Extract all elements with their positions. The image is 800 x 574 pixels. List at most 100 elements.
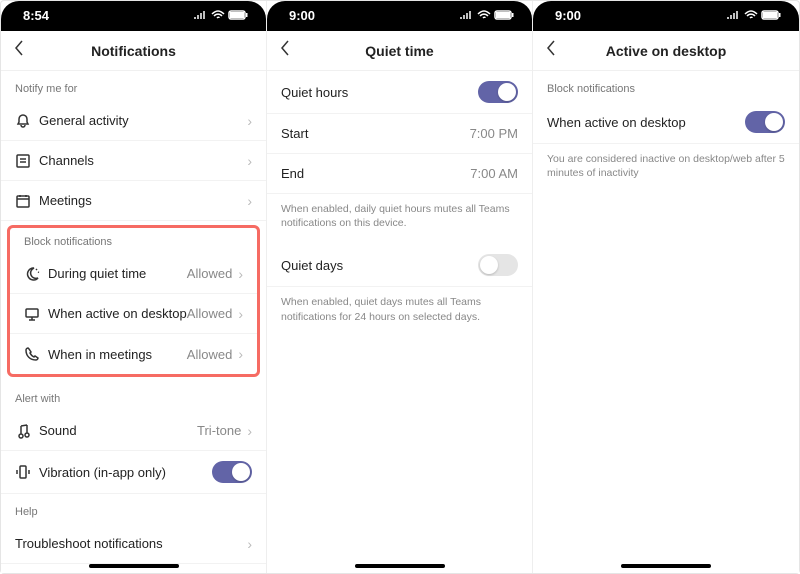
wifi-icon (477, 10, 491, 20)
row-channels[interactable]: Channels › (1, 141, 266, 181)
screen-notifications: 8:54 Notifications Notify me for General… (1, 1, 267, 573)
page-title: Active on desktop (533, 43, 799, 59)
value: Allowed (187, 347, 233, 362)
content: Notify me for General activity › Channel… (1, 71, 266, 573)
label: General activity (39, 113, 247, 128)
status-bar: 9:00 (267, 1, 532, 31)
chevron-right-icon: › (247, 153, 252, 169)
label: Meetings (39, 193, 247, 208)
wifi-icon (211, 10, 225, 20)
quiet-hours-description: When enabled, daily quiet hours mutes al… (267, 194, 532, 244)
channels-icon (15, 153, 39, 169)
status-time: 9:00 (289, 8, 315, 23)
header: Active on desktop (533, 31, 799, 71)
chevron-right-icon: › (247, 536, 252, 552)
back-button[interactable] (545, 39, 565, 63)
status-time: 9:00 (555, 8, 581, 23)
label: Sound (39, 423, 197, 438)
battery-icon (494, 10, 514, 20)
quiet-days-toggle[interactable] (478, 254, 518, 276)
label: Quiet hours (281, 85, 478, 100)
row-meetings[interactable]: Meetings › (1, 181, 266, 221)
signal-icon (727, 10, 741, 20)
chevron-left-icon (13, 39, 25, 57)
section-block-label: Block notifications (10, 228, 257, 254)
label: Start (281, 126, 470, 141)
chevron-right-icon: › (247, 193, 252, 209)
page-title: Notifications (1, 43, 266, 59)
chevron-right-icon: › (238, 346, 243, 362)
value: Tri-tone (197, 423, 241, 438)
row-end[interactable]: End 7:00 AM (267, 154, 532, 194)
battery-icon (228, 10, 248, 20)
row-in-meetings[interactable]: When in meetings Allowed › (10, 334, 257, 374)
screen-active-desktop: 9:00 Active on desktop Block notificatio… (533, 1, 799, 573)
section-block-label: Block notifications (533, 71, 799, 101)
content: Quiet hours Start 7:00 PM End 7:00 AM Wh… (267, 71, 532, 573)
section-help-label: Help (1, 494, 266, 524)
active-desktop-description: You are considered inactive on desktop/w… (533, 144, 799, 194)
chevron-right-icon: › (247, 423, 252, 439)
quiet-days-description: When enabled, quiet days mutes all Teams… (267, 287, 532, 337)
label: Channels (39, 153, 247, 168)
row-active-desktop[interactable]: When active on desktop Allowed › (10, 294, 257, 334)
quiet-hours-toggle[interactable] (478, 81, 518, 103)
row-start[interactable]: Start 7:00 PM (267, 114, 532, 154)
section-alert-label: Alert with (1, 381, 266, 411)
status-icons (460, 10, 514, 20)
value: Allowed (187, 306, 233, 321)
chevron-left-icon (545, 39, 557, 57)
label: When active on desktop (48, 306, 187, 321)
label: End (281, 166, 470, 181)
battery-icon (761, 10, 781, 20)
bell-icon (15, 113, 39, 129)
value: 7:00 AM (470, 166, 518, 181)
row-quiet-time[interactable]: During quiet time Allowed › (10, 254, 257, 294)
back-button[interactable] (13, 39, 33, 63)
row-quiet-hours[interactable]: Quiet hours (267, 71, 532, 114)
row-general-activity[interactable]: General activity › (1, 101, 266, 141)
row-sound[interactable]: Sound Tri-tone › (1, 411, 266, 451)
back-button[interactable] (279, 39, 299, 63)
value: 7:00 PM (470, 126, 518, 141)
status-bar: 8:54 (1, 1, 266, 31)
status-icons (194, 10, 248, 20)
moon-icon (24, 266, 48, 282)
header: Quiet time (267, 31, 532, 71)
phone-icon (24, 346, 48, 362)
status-time: 8:54 (23, 8, 49, 23)
screen-quiet-time: 9:00 Quiet time Quiet hours Start 7:00 P… (267, 1, 533, 573)
header: Notifications (1, 31, 266, 71)
label: Troubleshoot notifications (15, 536, 247, 551)
row-quiet-days[interactable]: Quiet days (267, 244, 532, 287)
status-icons (727, 10, 781, 20)
chevron-right-icon: › (238, 266, 243, 282)
music-icon (15, 423, 39, 439)
wifi-icon (744, 10, 758, 20)
label: Vibration (in-app only) (39, 465, 212, 480)
chevron-right-icon: › (238, 306, 243, 322)
signal-icon (460, 10, 474, 20)
row-when-active-desktop[interactable]: When active on desktop (533, 101, 799, 144)
block-notifications-highlight: Block notifications During quiet time Al… (7, 225, 260, 377)
desktop-icon (24, 306, 48, 322)
home-indicator[interactable] (355, 564, 445, 568)
value: Allowed (187, 266, 233, 281)
row-troubleshoot[interactable]: Troubleshoot notifications › (1, 524, 266, 564)
section-notify-label: Notify me for (1, 71, 266, 101)
label: When active on desktop (547, 115, 745, 130)
vibration-toggle[interactable] (212, 461, 252, 483)
chevron-left-icon (279, 39, 291, 57)
page-title: Quiet time (267, 43, 532, 59)
home-indicator[interactable] (89, 564, 179, 568)
label: During quiet time (48, 266, 187, 281)
content: Block notifications When active on deskt… (533, 71, 799, 573)
label: When in meetings (48, 347, 187, 362)
vibration-icon (15, 464, 39, 480)
signal-icon (194, 10, 208, 20)
row-vibration[interactable]: Vibration (in-app only) (1, 451, 266, 494)
active-desktop-toggle[interactable] (745, 111, 785, 133)
calendar-icon (15, 193, 39, 209)
label: Quiet days (281, 258, 478, 273)
home-indicator[interactable] (621, 564, 711, 568)
